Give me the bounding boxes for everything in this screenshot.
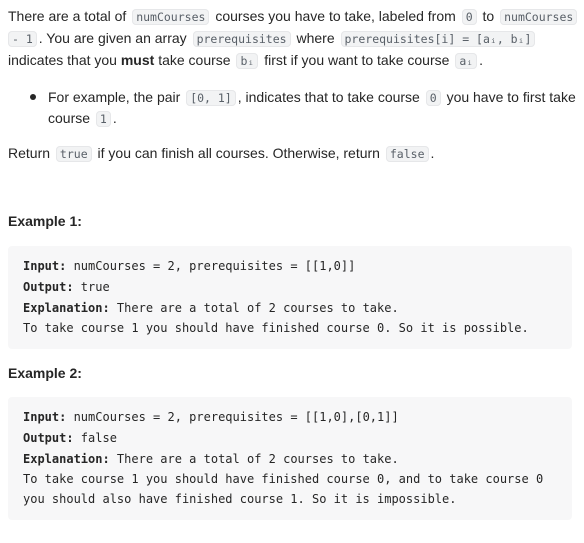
inline-code: 1 [95,111,111,127]
example-1-output: Output: true [23,277,110,297]
bullet-icon [30,94,36,100]
input-value: numCourses = 2, prerequisites = [[1,0]] [66,259,356,273]
problem-description: There are a total of numCourses courses … [0,0,584,543]
text-segment: course [48,110,91,126]
output-value: false [73,431,117,445]
explanation-value: There are a total of 2 courses to take. [109,452,399,466]
input-value: numCourses = 2, prerequisites = [[1,0],[… [66,410,399,424]
text-segment: take course [158,52,231,68]
intro-line-3: indicates that you must take course bᵢ f… [8,50,483,71]
example-1-code-block: Input: numCourses = 2, prerequisites = [… [8,246,572,349]
inline-code: prerequisites [192,31,291,47]
example-2-heading: Example 2: [8,365,82,381]
example-1-explanation-line-2: To take course 1 you should have finishe… [23,321,529,335]
inline-code: prerequisites[i] = [aᵢ, bᵢ] [340,31,536,47]
inline-code: [0, 1] [186,90,236,106]
text-segment: There are a total of [8,8,127,24]
explanation-label: Explanation: [23,301,110,315]
text-segment: For example, the pair [48,89,181,105]
text-segment: if you can finish all courses. Otherwise… [97,145,380,161]
text-segment: . [112,110,117,126]
output-value: true [73,280,110,294]
inline-code: 0 [461,9,477,25]
bullet-line-2: course 1. [48,108,117,129]
inline-code: aᵢ [455,53,478,69]
text-segment: . You are given an array [38,30,187,46]
explanation-label: Explanation: [23,452,110,466]
intro-line-1: There are a total of numCourses courses … [8,6,579,27]
example-2-explanation-line-2: To take course 1 you should have finishe… [23,472,544,486]
input-label: Input: [23,410,67,424]
inline-code: numCourses [500,9,578,25]
text-segment: , indicates that to take course [237,89,420,105]
example-2-explanation: Explanation: There are a total of 2 cour… [23,449,399,469]
example-2-explanation-line-3: you should also have finished course 1. … [23,492,457,506]
example-2-output: Output: false [23,428,117,448]
example-1-heading: Example 1: [8,213,82,229]
explanation-value: There are a total of 2 courses to take. [109,301,399,315]
intro-line-2: - 1. You are given an array prerequisite… [8,28,537,49]
example-1-explanation: Explanation: There are a total of 2 cour… [23,298,399,318]
inline-code: numCourses [132,9,210,25]
example-1-input: Input: numCourses = 2, prerequisites = [… [23,256,355,276]
input-label: Input: [23,259,67,273]
text-segment: you have to first take [446,89,576,105]
text-segment: . [479,52,484,68]
inline-code: false [385,146,429,162]
inline-code: true [55,146,92,162]
example-2-input: Input: numCourses = 2, prerequisites = [… [23,407,399,427]
text-segment: to [482,8,495,24]
emphasis-text: must [120,52,155,68]
return-line: Return true if you can finish all course… [8,143,434,164]
example-2-code-block: Input: numCourses = 2, prerequisites = [… [8,397,572,520]
inline-code: - 1 [8,31,37,47]
bullet-line-1: For example, the pair [0, 1], indicates … [48,87,576,108]
text-segment: first if you want to take course [264,52,450,68]
text-segment: Return [8,145,51,161]
text-segment: where [296,30,335,46]
inline-code: 0 [425,90,441,106]
text-segment: courses you have to take, labeled from [215,8,456,24]
text-segment: . [430,145,435,161]
output-label: Output: [23,431,74,445]
text-segment: indicates that you [8,52,117,68]
output-label: Output: [23,280,74,294]
inline-code: bᵢ [236,53,259,69]
